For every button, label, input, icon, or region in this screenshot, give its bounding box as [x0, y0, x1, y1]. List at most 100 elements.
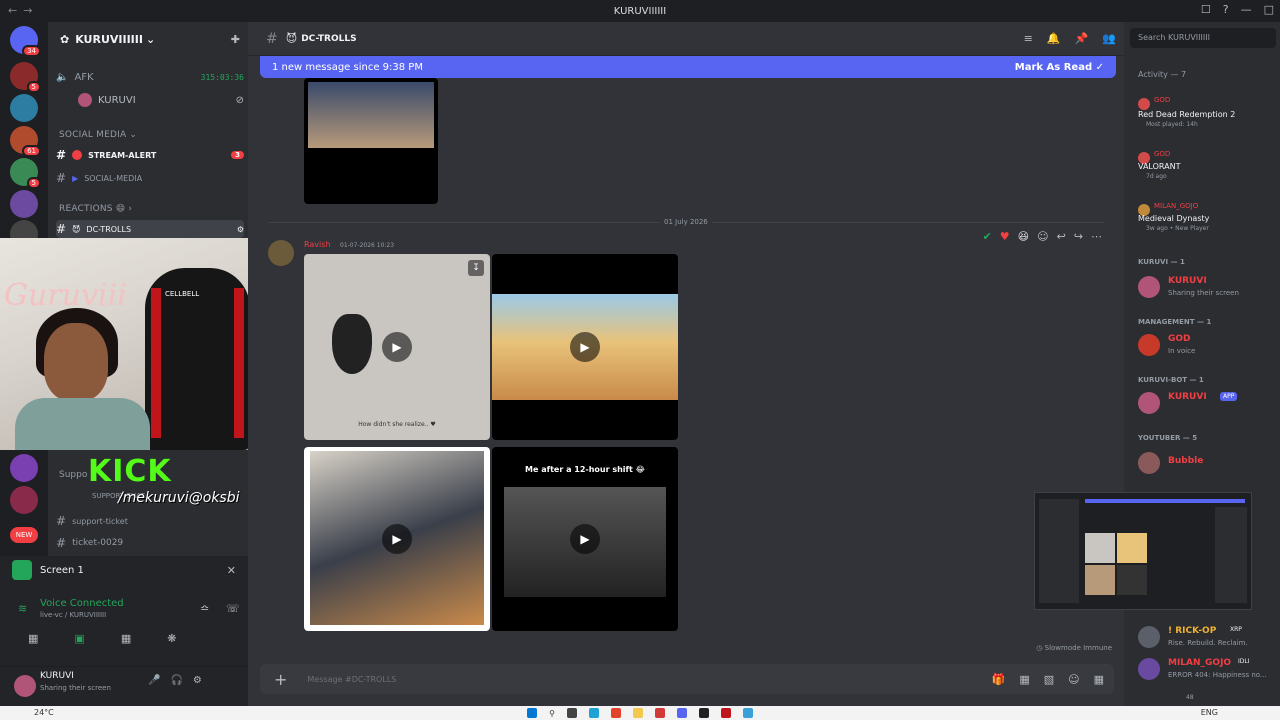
inbox-icon[interactable]: ☐ [1201, 3, 1211, 16]
nav-arrows-icon[interactable]: ←→ [8, 4, 38, 17]
language-indicator[interactable]: ENG [1201, 708, 1218, 717]
video-eating[interactable]: ▶ [304, 447, 490, 631]
search-input[interactable]: Search KURUVIIIIII [1130, 28, 1276, 48]
share-screen-icon[interactable]: ▣ [74, 632, 84, 645]
member-row[interactable]: GOD In voice [1138, 332, 1278, 362]
discord-icon[interactable] [676, 708, 687, 718]
voice-participant[interactable]: KURUVI ⊘ [56, 91, 244, 109]
stream-preview[interactable] [1034, 492, 1252, 610]
member-row[interactable]: ! RICK-OP XRP Rise. Rebuild. Reclaim. [1138, 624, 1278, 654]
voice-status: Voice Connected [40, 598, 124, 609]
settings-icon[interactable]: ⚙ [237, 225, 244, 234]
headphones-icon[interactable]: 🎧 [170, 675, 182, 686]
new-messages-banner[interactable]: 1 new message since 9:38 PM Mark As Read… [260, 56, 1116, 78]
microphone-icon[interactable]: 🎤 [148, 675, 160, 686]
disconnect-icon[interactable]: ☏ [226, 602, 240, 615]
settings-icon[interactable]: ⚙ [193, 675, 202, 686]
server-icon[interactable]: 5 [10, 62, 41, 93]
search-icon[interactable]: ⚲ [549, 709, 555, 718]
reply-icon[interactable]: ↩ [1057, 230, 1066, 243]
play-icon[interactable]: ▶ [570, 332, 600, 362]
more-icon[interactable]: ⋯ [1091, 230, 1102, 243]
app-icon[interactable] [742, 708, 753, 718]
member-row[interactable]: MILAN_GOJO IDLI ERROR 404: Happiness no.… [1138, 656, 1278, 686]
obs-icon[interactable] [654, 708, 665, 718]
server-icon[interactable] [10, 190, 38, 218]
member-tag: XRP [1230, 626, 1242, 633]
task-view-icon[interactable] [566, 708, 577, 718]
category-reactions[interactable]: REACTIONS 😄 › [59, 204, 132, 214]
windows-start-icon[interactable] [527, 708, 538, 718]
minimize-button[interactable]: — [1241, 3, 1252, 16]
avatar [1138, 98, 1150, 110]
edge-icon[interactable] [588, 708, 599, 718]
avatar [1138, 392, 1160, 414]
mark-as-read-button[interactable]: Mark As Read ✓ [1015, 62, 1104, 73]
member-activity[interactable]: GOD Red Dead Redemption 2 Most played: 1… [1138, 96, 1278, 128]
bell-icon[interactable]: 🔔 [1047, 32, 1061, 45]
member-row[interactable]: Bubble [1138, 450, 1278, 480]
support-category: Suppo [59, 470, 88, 480]
emoji-icon[interactable]: ☺ [1068, 673, 1079, 686]
close-icon[interactable]: ✕ [227, 564, 236, 577]
member-activity[interactable]: MILAN_GOJO Medieval Dynasty 3w ago • New… [1138, 202, 1278, 232]
channel-header: # 😈 DC-TROLLS ≡ 🔔 📌 👥 [248, 22, 1124, 56]
soundboard-icon[interactable]: ❋ [167, 632, 176, 645]
sticker-icon[interactable]: ▧ [1044, 673, 1054, 686]
app-icon[interactable] [698, 708, 709, 718]
threads-icon[interactable]: ≡ [1024, 32, 1033, 45]
members-icon[interactable]: 👥 [1102, 32, 1116, 45]
noise-suppression-icon[interactable]: ≏ [200, 602, 209, 615]
channel-stream-alert[interactable]: # STREAM-ALERT 3 [56, 146, 244, 164]
play-icon[interactable]: ▶ [382, 524, 412, 554]
download-icon[interactable]: ↧ [468, 260, 484, 276]
forward-icon[interactable]: ↪ [1074, 230, 1083, 243]
video-icon[interactable]: ▦ [28, 632, 38, 645]
folder-icon[interactable] [632, 708, 643, 718]
server-icon[interactable] [10, 94, 38, 122]
message-timestamp: 01-07-2026 10:23 [340, 242, 395, 249]
author-name[interactable]: Ravish [304, 240, 330, 249]
server-header[interactable]: ✿ KURUVIIIIII ⌄ ✚ [48, 22, 248, 56]
add-attachment-icon[interactable]: + [274, 670, 287, 689]
video-shift[interactable]: Me after a 12-hour shift 😂 ▶ [492, 447, 678, 631]
server-icon[interactable]: 61 [10, 126, 41, 157]
gif-icon[interactable]: ▦ [1019, 673, 1029, 686]
add-member-icon[interactable]: ✚ [231, 33, 240, 46]
gift-icon[interactable]: 🎁 [992, 673, 1006, 686]
server-icon[interactable]: 5 [10, 158, 41, 189]
category-social-media[interactable]: SOCIAL MEDIA ⌄ [59, 130, 137, 140]
member-row[interactable]: KURUVI Sharing their screen [1138, 274, 1278, 304]
channel-afk[interactable]: 🔈 AFK 315:03:36 [56, 68, 244, 86]
check-reaction-icon[interactable]: ✔ [983, 230, 992, 243]
member-activity[interactable]: GOD VALORANT 7d ago [1138, 150, 1278, 180]
weather: 24°C [34, 708, 54, 717]
laugh-reaction-icon[interactable]: 😆 [1018, 230, 1029, 243]
channel-dc-trolls[interactable]: # 😈 DC-TROLLS ⚙ [56, 220, 244, 238]
video-thumbnail[interactable] [304, 78, 438, 204]
pin-icon[interactable]: 📌 [1075, 32, 1089, 45]
activity-icon[interactable]: ▦ [121, 632, 131, 645]
preview-media [1085, 533, 1115, 563]
play-icon[interactable]: ▶ [382, 332, 412, 362]
screen-share-row[interactable]: Screen 1 [12, 560, 84, 580]
channel-social-media[interactable]: # ▶ SOCIAL-MEDIA [56, 169, 244, 187]
chrome-icon[interactable] [610, 708, 621, 718]
apps-icon[interactable]: ▦ [1094, 673, 1104, 686]
channel-label: SOCIAL-MEDIA [84, 173, 143, 183]
discord-home-icon[interactable]: 34 [10, 26, 41, 57]
member-row[interactable]: KURUVI APP [1138, 390, 1278, 420]
avatar[interactable] [14, 675, 36, 697]
app-icon[interactable] [720, 708, 731, 718]
help-icon[interactable]: ? [1223, 3, 1229, 16]
video-cat[interactable]: ▶ ↧ How didn't she realize.. ♥ [304, 254, 490, 440]
voice-channel[interactable]: live-vc / KURUVIIIIII [40, 611, 106, 619]
add-reaction-icon[interactable]: ☺ [1037, 230, 1048, 243]
maximize-button[interactable]: □ [1264, 3, 1274, 16]
message-input[interactable]: Message #DC-TROLLS [307, 675, 396, 684]
muted-icon: ⊘ [235, 94, 244, 106]
heart-reaction-icon[interactable]: ♥ [1000, 230, 1010, 243]
video-cartoon[interactable]: ▶ [492, 254, 678, 440]
play-icon[interactable]: ▶ [570, 524, 600, 554]
avatar[interactable] [268, 240, 294, 266]
